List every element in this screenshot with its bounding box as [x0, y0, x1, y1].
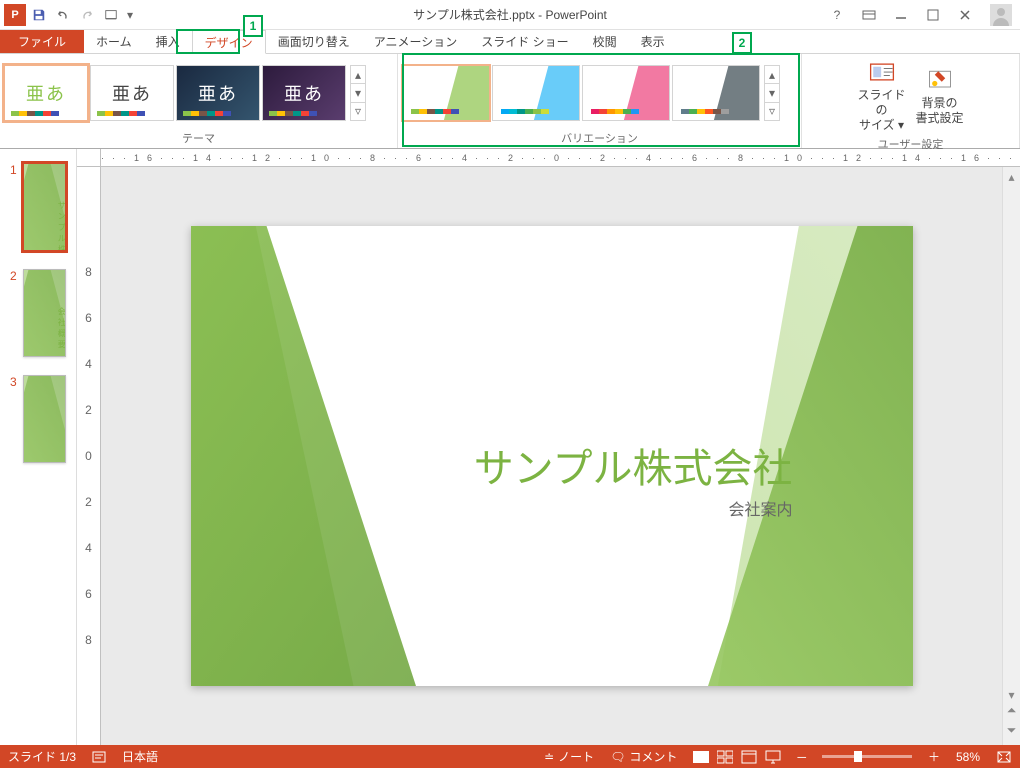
slide-counter[interactable]: スライド 1/3 [8, 748, 76, 765]
scroll-down-icon[interactable]: ▾ [1008, 687, 1014, 703]
theme-tile[interactable]: 亜あ [90, 65, 174, 121]
slideshow-view-button[interactable] [765, 750, 781, 764]
next-slide-button[interactable]: ⏷ [1007, 723, 1017, 743]
annotation-callout-2: 2 [732, 32, 752, 54]
zoom-slider[interactable] [822, 755, 912, 758]
redo-button[interactable] [76, 4, 98, 26]
variation-expand[interactable]: ▿ [765, 103, 779, 120]
slide-thumbnail[interactable]: 会社概要 [23, 269, 66, 357]
slide-thumbnails-panel[interactable]: 1 サンプル株式会社 2 会社概要 3 [0, 149, 77, 745]
zoom-out-button[interactable]: ─ [797, 750, 806, 764]
theme-tile[interactable]: 亜あ [262, 65, 346, 121]
vertical-ruler[interactable]: 864202468 [77, 167, 101, 745]
prev-slide-button[interactable]: ⏶ [1007, 703, 1017, 723]
language-indicator[interactable]: 日本語 [122, 748, 158, 765]
tab-slideshow[interactable]: スライド ショー [469, 30, 580, 53]
ribbon-display-button[interactable] [856, 4, 882, 26]
tab-insert[interactable]: 挿入 [144, 30, 192, 53]
spellcheck-button[interactable] [92, 750, 106, 764]
zoom-in-button[interactable]: ＋ [928, 748, 940, 765]
zoom-level[interactable]: 58% [956, 750, 980, 764]
undo-button[interactable] [52, 4, 74, 26]
themes-group: 亜あ 亜あ 亜あ 亜あ ▴ ▾ ▿ テーマ [0, 54, 398, 148]
slide-title[interactable]: サンプル株式会社 [474, 436, 793, 494]
thumbnail-number: 2 [10, 269, 17, 357]
tab-view[interactable]: 表示 [629, 30, 677, 53]
status-bar: スライド 1/3 日本語 ≐ ノート 🗨 コメント ─ ＋ 58% [0, 745, 1020, 768]
theme-scroll-up[interactable]: ▴ [351, 66, 365, 84]
slide-thumbnail[interactable]: サンプル株式会社 [23, 163, 66, 251]
ribbon-body: 亜あ 亜あ 亜あ 亜あ ▴ ▾ ▿ テーマ ▴ ▾ ▿ バリエーション [0, 54, 1020, 149]
theme-tile[interactable]: 亜あ [176, 65, 260, 121]
work-area: 1 サンプル株式会社 2 会社概要 3 ···16···14···12···10… [0, 149, 1020, 745]
title-bar: P ▾ サンプル株式会社.pptx - PowerPoint ? [0, 0, 1020, 30]
tab-review[interactable]: 校閲 [581, 30, 629, 53]
editor-area: ···16···14···12···10···8···6···4···2···0… [77, 149, 1020, 745]
background-format-button[interactable]: 背景の書式設定 [915, 66, 965, 126]
variation-tile[interactable] [492, 65, 580, 121]
notes-button[interactable]: ≐ ノート [544, 748, 594, 765]
theme-gallery[interactable]: 亜あ 亜あ 亜あ 亜あ [4, 65, 346, 121]
annotation-callout-1: 1 [243, 15, 263, 37]
save-button[interactable] [28, 4, 50, 26]
theme-expand[interactable]: ▿ [351, 103, 365, 120]
app-icon: P [4, 4, 26, 26]
tab-animations[interactable]: アニメーション [362, 30, 470, 53]
user-settings-group: スライドのサイズ ▾ 背景の書式設定 ユーザー設定 [802, 54, 1020, 148]
thumbnail-row[interactable]: 2 会社概要 [10, 269, 66, 357]
variation-tile[interactable] [582, 65, 670, 121]
variation-tile[interactable] [672, 65, 760, 121]
slide-canvas[interactable]: サンプル株式会社 会社案内 [191, 226, 913, 686]
user-account-icon[interactable] [990, 4, 1012, 26]
background-format-icon [926, 66, 954, 94]
variations-group-label: バリエーション [402, 128, 797, 146]
maximize-button[interactable] [920, 4, 946, 26]
variation-gallery-spinners[interactable]: ▴ ▾ ▿ [764, 65, 780, 121]
variation-tile[interactable] [402, 65, 490, 121]
themes-group-label: テーマ [4, 128, 393, 146]
slide-canvas-area[interactable]: サンプル株式会社 会社案内 [101, 167, 1002, 745]
comments-button[interactable]: 🗨 コメント [610, 748, 677, 765]
theme-tile[interactable]: 亜あ [4, 65, 88, 121]
start-from-beginning-button[interactable] [100, 4, 122, 26]
tab-transitions[interactable]: 画面切り替え [266, 30, 362, 53]
reading-view-button[interactable] [741, 750, 757, 764]
close-button[interactable] [952, 4, 978, 26]
help-button[interactable]: ? [824, 4, 850, 26]
minimize-button[interactable] [888, 4, 914, 26]
fit-to-window-button[interactable] [996, 750, 1012, 764]
variation-gallery[interactable] [402, 65, 760, 121]
variation-scroll-down[interactable]: ▾ [765, 84, 779, 102]
thumbnail-row[interactable]: 1 サンプル株式会社 [10, 163, 66, 251]
slide-thumbnail[interactable] [23, 375, 66, 463]
thumbnail-number: 3 [10, 375, 17, 463]
ruler-corner [77, 149, 101, 167]
slide-sorter-button[interactable] [717, 750, 733, 764]
slide-size-icon [868, 58, 896, 86]
normal-view-button[interactable] [693, 750, 709, 764]
theme-gallery-spinners[interactable]: ▴ ▾ ▿ [350, 65, 366, 121]
file-tab[interactable]: ファイル [0, 30, 84, 53]
slide-size-button[interactable]: スライドのサイズ ▾ [857, 58, 907, 134]
ribbon-tabs: ファイル ホーム 挿入 デザイン 画面切り替え アニメーション スライド ショー… [0, 30, 1020, 54]
tab-home[interactable]: ホーム [84, 30, 144, 53]
thumbnail-row[interactable]: 3 [10, 375, 66, 463]
horizontal-ruler[interactable]: ···16···14···12···10···8···6···4···2···0… [101, 149, 1020, 167]
slide-subtitle[interactable]: 会社案内 [728, 496, 792, 520]
qat-dropdown[interactable]: ▾ [124, 4, 136, 26]
variations-group: ▴ ▾ ▿ バリエーション [398, 54, 802, 148]
vertical-scrollbar[interactable]: ▴ ▾ ⏶ ⏷ [1002, 167, 1020, 745]
slide-decoration [191, 226, 448, 686]
variation-scroll-up[interactable]: ▴ [765, 66, 779, 84]
quick-access-toolbar: P ▾ [0, 4, 136, 26]
theme-scroll-down[interactable]: ▾ [351, 84, 365, 102]
window-controls: ? [824, 4, 1020, 26]
scroll-up-icon[interactable]: ▴ [1008, 169, 1014, 185]
thumbnail-number: 1 [10, 163, 17, 251]
